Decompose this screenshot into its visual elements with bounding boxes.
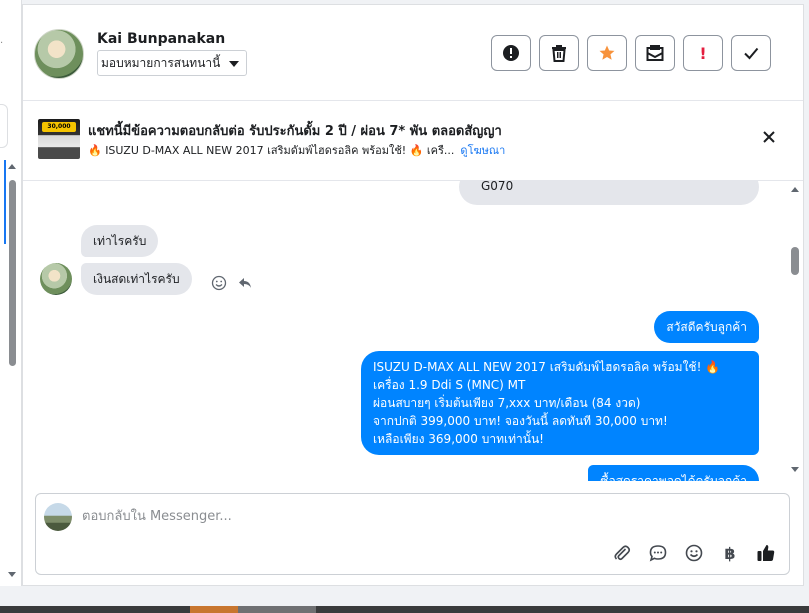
ad-subtitle-text: 🔥 ISUZU D-MAX ALL NEW 2017 เสริมดัมพ์ไฮด… bbox=[88, 144, 455, 157]
check-icon bbox=[744, 47, 759, 60]
ad-subtitle: 🔥 ISUZU D-MAX ALL NEW 2017 เสริมดัมพ์ไฮด… bbox=[88, 141, 505, 159]
offer-line: จากปกติ 399,000 บาท! จองวันนี้ ลดทันที 3… bbox=[373, 414, 668, 428]
app-window: · Kai Bunpanakan มอบหมายการสนทนานี้ ! 30… bbox=[0, 0, 809, 613]
page-avatar bbox=[44, 503, 72, 531]
attach-button[interactable] bbox=[611, 542, 633, 564]
alert-circle-icon bbox=[503, 45, 519, 61]
incoming-message: เงินสดเท่าไรครับ bbox=[81, 263, 192, 295]
ad-thumbnail-badge: 30,000 bbox=[42, 122, 76, 132]
star-button[interactable] bbox=[587, 35, 627, 71]
paperclip-icon bbox=[614, 545, 631, 561]
message-thread[interactable]: G070 เท่าไรครับ เงินสดเท่าไรครับ สวัสดีค… bbox=[23, 181, 787, 481]
thread-scrollbar-thumb[interactable] bbox=[791, 247, 799, 275]
thread-scrollbar[interactable] bbox=[787, 181, 803, 481]
taskbar-strip bbox=[0, 606, 809, 613]
selected-conversation-indicator bbox=[4, 160, 6, 244]
taskbar-item[interactable] bbox=[190, 606, 238, 613]
offer-line: ISUZU D-MAX ALL NEW 2017 เสริมดัมพ์ไฮดรอ… bbox=[373, 360, 721, 374]
exclamation-icon: ! bbox=[699, 43, 707, 63]
thumbs-up-icon bbox=[757, 545, 775, 561]
spam-button[interactable] bbox=[491, 35, 531, 71]
baht-icon: ฿ bbox=[724, 543, 736, 563]
message-bubble-partial: G070 bbox=[459, 181, 759, 205]
list-scroll-up-arrow[interactable] bbox=[8, 164, 16, 169]
thread-scroll-up-arrow[interactable] bbox=[791, 187, 799, 192]
done-button[interactable] bbox=[731, 35, 771, 71]
offer-line: เหลือเพียง 369,000 บาทเท่านั้น! bbox=[373, 432, 544, 446]
star-icon bbox=[599, 45, 615, 60]
message-text: G070 bbox=[481, 181, 514, 193]
ad-thumbnail[interactable]: 30,000 bbox=[38, 119, 80, 159]
follow-up-button[interactable]: ! bbox=[683, 35, 723, 71]
thread-scroll-down-arrow[interactable] bbox=[791, 467, 799, 472]
incoming-message: เท่าไรครับ bbox=[81, 225, 159, 257]
conversation-header: Kai Bunpanakan มอบหมายการสนทนานี้ ! bbox=[23, 5, 803, 101]
search-box-edge[interactable] bbox=[0, 104, 8, 148]
reply-arrow-icon[interactable] bbox=[237, 275, 253, 291]
delete-button[interactable] bbox=[539, 35, 579, 71]
emoji-button[interactable] bbox=[683, 542, 705, 564]
chat-bubble-icon bbox=[649, 545, 667, 562]
composer-tools: ฿ bbox=[611, 542, 777, 564]
trash-icon bbox=[552, 45, 566, 62]
emoji-smiley-icon bbox=[685, 544, 703, 562]
conversation-panel: Kai Bunpanakan มอบหมายการสนทนานี้ ! 30,0… bbox=[22, 4, 804, 586]
contact-name[interactable]: Kai Bunpanakan bbox=[97, 31, 225, 47]
offer-line: ผ่อนสบายๆ เริ่มต้นเพียง 7,xxx บาท/เดือน … bbox=[373, 396, 641, 410]
reply-input[interactable] bbox=[82, 505, 682, 527]
view-ad-link[interactable]: ดูโฆษณา bbox=[460, 144, 505, 157]
assign-conversation-dropdown[interactable]: มอบหมายการสนทนานี้ bbox=[97, 50, 248, 76]
saved-replies-button[interactable] bbox=[647, 542, 669, 564]
contact-avatar[interactable] bbox=[34, 29, 84, 79]
assign-conversation-label: มอบหมายการสนทนานี้ bbox=[101, 56, 221, 70]
outgoing-message-partial: ซื้อสดราคาพอดูได้ครับลูกค้า bbox=[588, 465, 759, 481]
list-scroll-down-arrow[interactable] bbox=[8, 572, 16, 577]
ad-title: แชทนี้มีข้อความตอบกลับต่อ รับประกันดั้ม … bbox=[88, 124, 502, 139]
offer-line: เครื่อง 1.9 Ddi S (MNC) MT bbox=[373, 378, 526, 392]
conversation-actions: ! bbox=[491, 35, 771, 71]
message-hover-tools bbox=[211, 275, 253, 291]
contact-avatar-small[interactable] bbox=[40, 263, 72, 295]
taskbar-item[interactable] bbox=[238, 606, 316, 613]
list-scrollbar-thumb[interactable] bbox=[9, 180, 16, 366]
list-edge-marker: · bbox=[0, 38, 4, 49]
reply-composer: ฿ bbox=[35, 493, 790, 575]
payment-baht-button[interactable]: ฿ bbox=[719, 542, 741, 564]
mark-unread-button[interactable] bbox=[635, 35, 675, 71]
mark-unread-icon bbox=[646, 45, 664, 61]
ad-reply-banner: 30,000 แชทนี้มีข้อความตอบกลับต่อ รับประก… bbox=[23, 101, 803, 181]
react-smiley-icon[interactable] bbox=[211, 275, 227, 291]
close-icon[interactable] bbox=[761, 129, 777, 145]
caret-down-icon bbox=[229, 61, 240, 67]
like-button[interactable] bbox=[755, 542, 777, 564]
outgoing-message-offer: ISUZU D-MAX ALL NEW 2017 เสริมดัมพ์ไฮดรอ… bbox=[361, 351, 759, 455]
outgoing-message: สวัสดีครับลูกค้า bbox=[654, 311, 759, 343]
